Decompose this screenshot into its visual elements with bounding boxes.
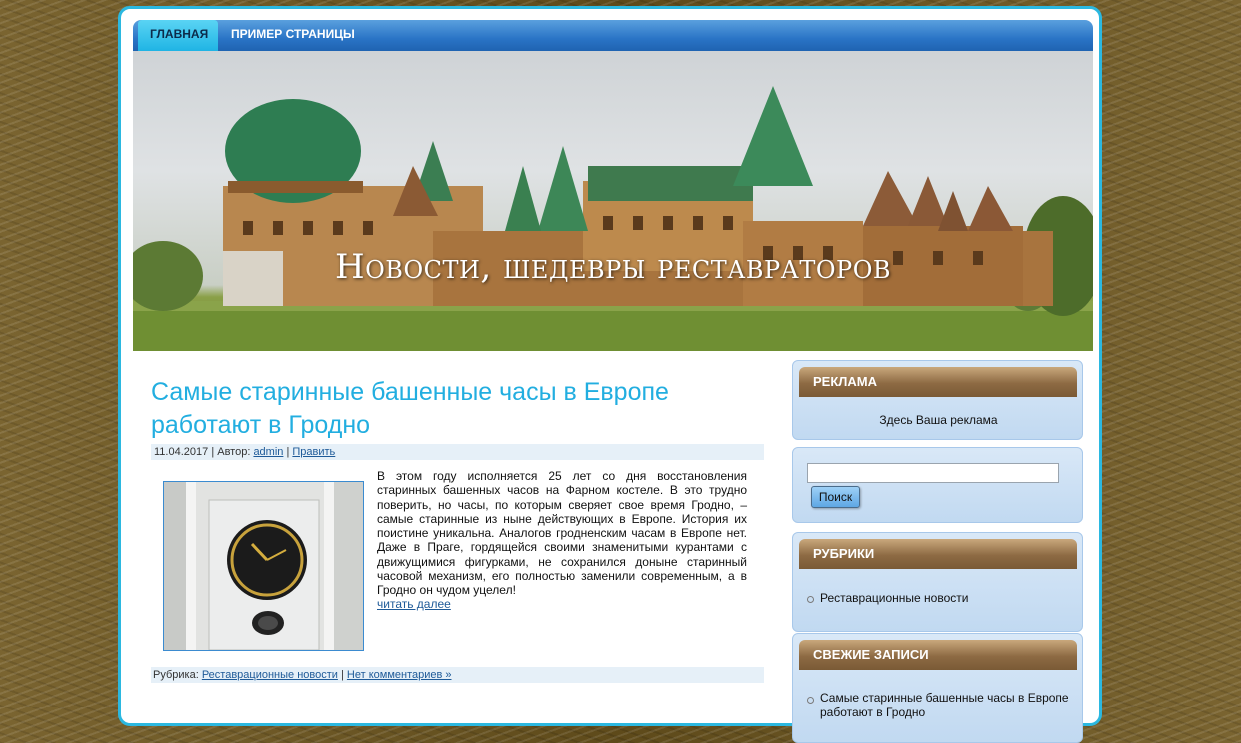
category-link[interactable]: Реставрационные новости (202, 669, 338, 681)
meta-separator: | (286, 446, 290, 458)
nav-item-sample-page[interactable]: ПРИМЕР СТРАНИЦЫ (219, 20, 367, 51)
search-button[interactable]: Поиск (811, 486, 860, 508)
widget-search: Поиск (792, 447, 1083, 523)
widget-categories: РУБРИКИ Реставрационные новости (792, 532, 1083, 632)
page-wrapper: ГЛАВНАЯ ПРИМЕР СТРАНИЦЫ Новости, шедевры… (118, 6, 1102, 743)
nav-item-home[interactable]: ГЛАВНАЯ (138, 20, 218, 51)
clock-tower-image (164, 482, 363, 650)
widget-title-recent: СВЕЖИЕ ЗАПИСИ (799, 640, 1077, 670)
header-banner: Новости, шедевры реставраторов (133, 51, 1093, 351)
category-item[interactable]: Реставрационные новости (820, 591, 968, 605)
author-link[interactable]: admin (253, 446, 283, 458)
post-title[interactable]: Самые старинные башенные часы в Европе р… (151, 376, 691, 442)
post-date: 11.04.2017 (154, 446, 209, 458)
widget-title-categories: РУБРИКИ (799, 539, 1077, 569)
post-image-clock (163, 481, 364, 651)
author-label: | Автор: (211, 446, 251, 458)
ads-text: Здесь Ваша реклама (879, 413, 998, 427)
widget-title-ads: РЕКЛАМА (799, 367, 1077, 397)
post-footer-meta: Рубрика: Реставрационные новости | Нет к… (151, 667, 764, 683)
meta-separator: | (340, 669, 344, 681)
category-label: Рубрика: (153, 669, 199, 681)
bullet-icon (807, 596, 814, 603)
post-meta: 11.04.2017 | Автор: admin | Править (151, 444, 764, 460)
recent-post-item[interactable]: Самые старинные башенные часы в Европе р… (820, 691, 1070, 719)
read-more-link[interactable]: читать далее (377, 597, 451, 611)
post-excerpt: В этом году исполняется 25 лет со дня во… (377, 469, 747, 598)
site-title: Новости, шедевры реставраторов (334, 247, 892, 287)
palace-illustration (133, 86, 1093, 351)
main-nav: ГЛАВНАЯ ПРИМЕР СТРАНИЦЫ (133, 20, 1093, 51)
edit-link[interactable]: Править (292, 446, 335, 458)
widget-recent-posts: СВЕЖИЕ ЗАПИСИ Самые старинные башенные ч… (792, 633, 1083, 743)
widget-ads: РЕКЛАМА Здесь Ваша реклама (792, 360, 1083, 440)
search-input[interactable] (807, 463, 1059, 483)
comments-link[interactable]: Нет комментариев » (347, 669, 452, 681)
bullet-icon (807, 697, 814, 704)
